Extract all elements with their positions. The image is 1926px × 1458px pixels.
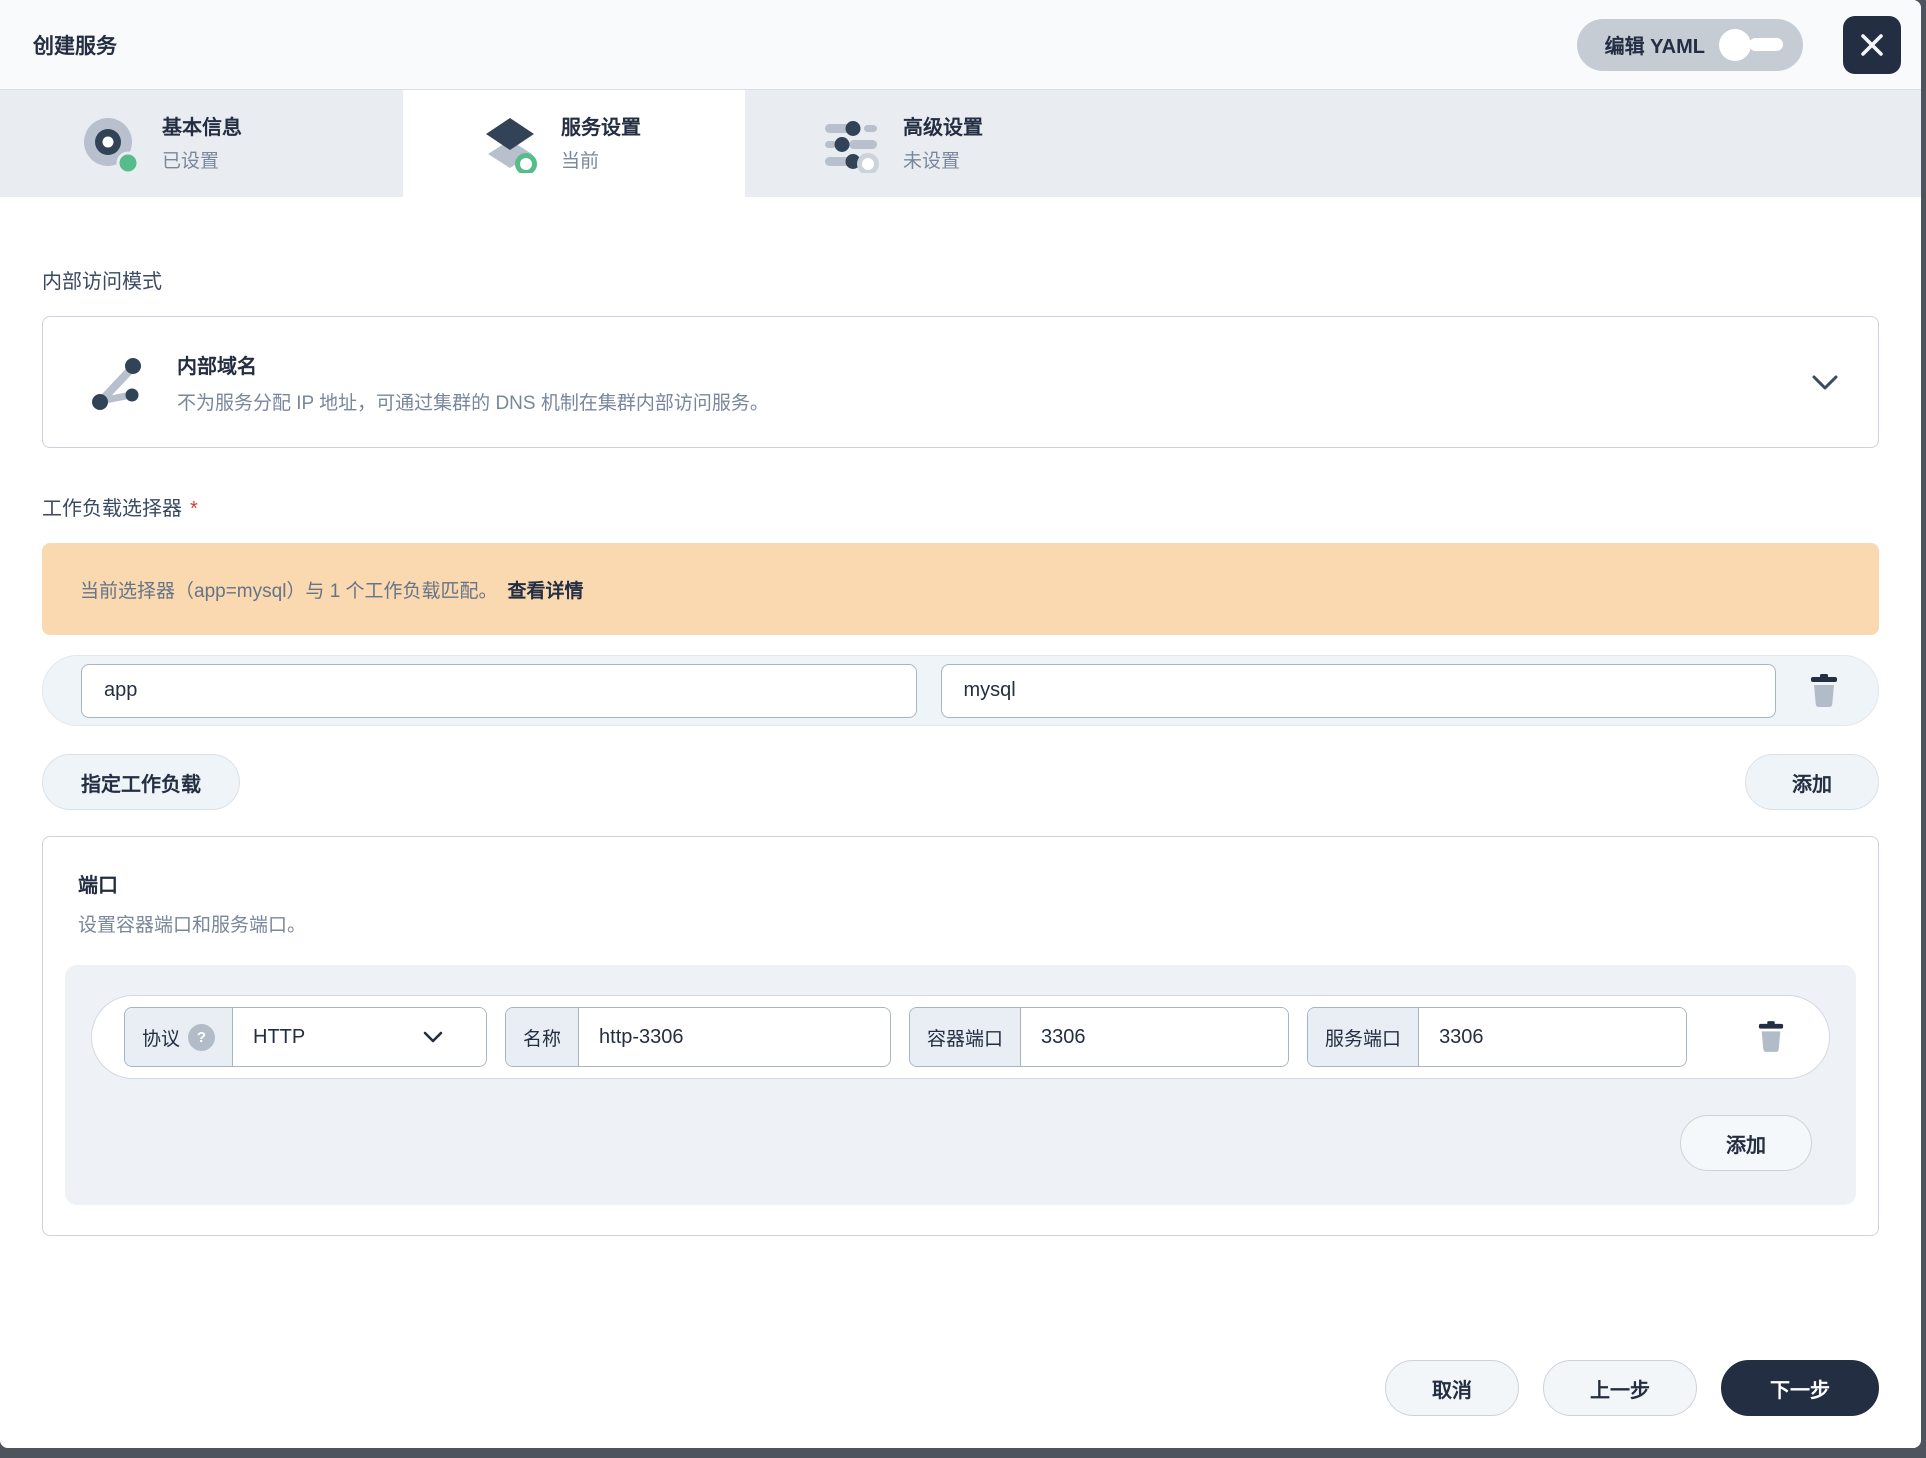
protocol-label: 协议 ? <box>125 1008 233 1066</box>
ports-subtitle: 设置容器端口和服务端口。 <box>78 910 1856 937</box>
delete-selector-button[interactable] <box>1800 667 1848 715</box>
tab-title: 服务设置 <box>561 115 641 141</box>
selector-actions-row: 指定工作负载 添加 <box>42 754 1879 810</box>
edit-yaml-label: 编辑 YAML <box>1605 30 1705 59</box>
selector-key-input[interactable] <box>81 664 917 718</box>
close-icon <box>1859 32 1885 58</box>
workload-selector-label: 工作负载选择器 * <box>42 492 1879 521</box>
tab-title: 高级设置 <box>903 115 983 141</box>
option-title: 内部域名 <box>177 350 769 379</box>
modal-footer: 取消 上一步 下一步 <box>0 1344 1921 1448</box>
toggle-switch-icon[interactable] <box>1719 29 1783 61</box>
specify-workload-button[interactable]: 指定工作负载 <box>42 754 240 810</box>
share-network-icon <box>85 351 147 413</box>
container-port-input[interactable] <box>1021 1008 1288 1066</box>
view-details-link[interactable]: 查看详情 <box>508 576 584 603</box>
selector-match-alert: 当前选择器（app=mysql）与 1 个工作负载匹配。 查看详情 <box>42 543 1879 635</box>
sliders-icon <box>823 115 881 173</box>
edit-yaml-toggle[interactable]: 编辑 YAML <box>1577 19 1803 71</box>
modal-body: 内部访问模式 内部域名 不为服务分配 IP 地址，可通过集群的 DNS 机制在集… <box>0 197 1921 1344</box>
internal-domain-option[interactable]: 内部域名 不为服务分配 IP 地址，可通过集群的 DNS 机制在集群内部访问服务… <box>42 316 1879 448</box>
ports-title: 端口 <box>78 869 1856 898</box>
delete-port-button[interactable] <box>1747 1013 1795 1061</box>
create-service-modal: 创建服务 编辑 YAML 基本信息 已设置 <box>0 0 1921 1448</box>
next-button[interactable]: 下一步 <box>1721 1360 1879 1416</box>
tab-advanced-settings[interactable]: 高级设置 未设置 <box>745 90 1087 197</box>
tab-status: 已设置 <box>162 146 242 173</box>
chevron-down-icon <box>423 1031 443 1043</box>
option-description: 不为服务分配 IP 地址，可通过集群的 DNS 机制在集群内部访问服务。 <box>177 388 769 415</box>
help-icon[interactable]: ? <box>188 1024 215 1051</box>
protocol-field: 协议 ? <box>124 1007 487 1067</box>
tab-text: 基本信息 已设置 <box>162 115 242 173</box>
tab-basic-info[interactable]: 基本信息 已设置 <box>0 90 403 197</box>
alert-text: 当前选择器（app=mysql）与 1 个工作负载匹配。 <box>80 576 498 603</box>
tab-title: 基本信息 <box>162 115 242 141</box>
container-port-label: 容器端口 <box>910 1008 1021 1066</box>
protocol-value <box>233 1026 423 1049</box>
port-name-field: 名称 <box>505 1007 891 1067</box>
chevron-down-icon[interactable] <box>1812 375 1838 390</box>
toggle-track <box>1749 38 1783 51</box>
ports-list-container: 协议 ? 名称 <box>65 965 1856 1205</box>
protocol-label-text: 协议 <box>142 1024 180 1051</box>
tab-status: 未设置 <box>903 146 983 173</box>
page-title: 创建服务 <box>33 30 117 60</box>
tab-text: 高级设置 未设置 <box>903 115 983 173</box>
service-port-input[interactable] <box>1419 1008 1686 1066</box>
selector-key-value-row <box>42 655 1879 726</box>
service-port-label: 服务端口 <box>1308 1008 1419 1066</box>
tab-service-settings[interactable]: 服务设置 当前 <box>403 90 745 197</box>
tab-status: 当前 <box>561 146 641 173</box>
tab-text: 服务设置 当前 <box>561 115 641 173</box>
layers-icon <box>481 115 539 173</box>
access-mode-label: 内部访问模式 <box>42 265 1879 294</box>
step-tabs: 基本信息 已设置 服务设置 当前 <box>0 90 1921 197</box>
trash-icon <box>1757 1021 1785 1053</box>
close-button[interactable] <box>1843 16 1901 74</box>
port-row: 协议 ? 名称 <box>91 995 1830 1079</box>
add-selector-button[interactable]: 添加 <box>1745 754 1879 810</box>
protocol-select[interactable] <box>233 1008 486 1066</box>
add-port-button[interactable]: 添加 <box>1680 1115 1812 1171</box>
previous-button[interactable]: 上一步 <box>1543 1360 1697 1416</box>
service-port-field: 服务端口 <box>1307 1007 1687 1067</box>
container-port-field: 容器端口 <box>909 1007 1289 1067</box>
required-asterisk: * <box>190 498 198 520</box>
ports-card: 端口 设置容器端口和服务端口。 协议 ? <box>42 836 1879 1236</box>
cancel-button[interactable]: 取消 <box>1385 1360 1519 1416</box>
port-name-label: 名称 <box>506 1008 579 1066</box>
selector-value-input[interactable] <box>941 664 1777 718</box>
port-name-input[interactable] <box>579 1008 890 1066</box>
workload-selector-text: 工作负载选择器 <box>42 498 182 520</box>
modal-header: 创建服务 编辑 YAML <box>0 0 1921 90</box>
option-text: 内部域名 不为服务分配 IP 地址，可通过集群的 DNS 机制在集群内部访问服务… <box>177 350 769 415</box>
toggle-knob <box>1719 29 1751 61</box>
pod-icon <box>82 115 140 173</box>
trash-icon <box>1809 674 1839 708</box>
port-add-row: 添加 <box>91 1115 1830 1171</box>
